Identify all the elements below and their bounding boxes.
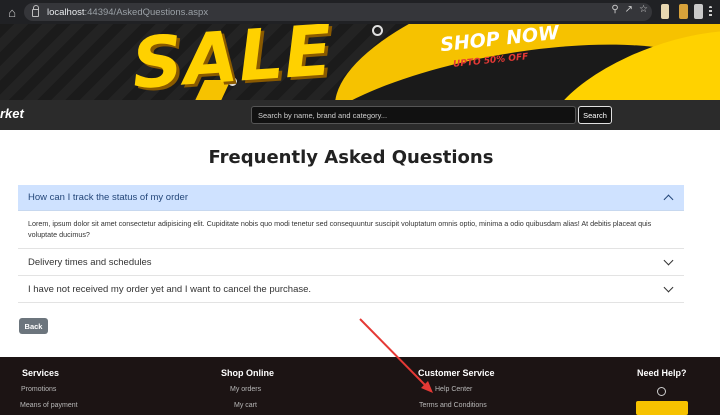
url-host: localhost xyxy=(47,6,85,18)
home-icon[interactable]: ⌂ xyxy=(2,5,22,20)
faq-question-toggle[interactable]: Delivery times and schedules xyxy=(18,249,684,275)
footer-link-cart[interactable]: My cart xyxy=(234,402,274,409)
share-icon[interactable]: ↗ xyxy=(625,4,633,15)
faq-item: How can I track the status of my order L… xyxy=(18,185,684,249)
search-input[interactable] xyxy=(251,106,576,124)
lock-icon xyxy=(32,5,39,17)
back-button[interactable]: Back xyxy=(19,318,48,334)
url-text: localhost:44394/AskedQuestions.aspx xyxy=(47,7,208,18)
footer-heading: Need Help? xyxy=(637,368,687,378)
bookmark-star-icon[interactable]: ☆ xyxy=(639,4,648,15)
faq-answer: Lorem, ipsum dolor sit amet consectetur … xyxy=(28,219,652,239)
address-bar[interactable]: localhost:44394/AskedQuestions.aspx ⚲ ↗ … xyxy=(24,3,652,21)
extension-icon[interactable] xyxy=(661,4,669,19)
extension-icon[interactable] xyxy=(679,4,688,19)
footer-link-orders[interactable]: My orders xyxy=(230,386,274,393)
banner-ring xyxy=(372,25,383,36)
footer-shop-online: Shop Online My orders My cart xyxy=(221,368,274,409)
faq-item: I have not received my order yet and I w… xyxy=(18,276,684,303)
faq-question-toggle[interactable]: I have not received my order yet and I w… xyxy=(18,276,684,302)
zoom-icon[interactable]: ⚲ xyxy=(611,4,618,15)
footer-link-terms[interactable]: Terms and Conditions xyxy=(419,402,495,409)
faq-question: Delivery times and schedules xyxy=(28,256,152,268)
faq-question: I have not received my order yet and I w… xyxy=(28,283,312,295)
extension-icon[interactable] xyxy=(694,4,703,19)
footer-heading: Shop Online xyxy=(221,368,274,378)
page-title: Frequently Asked Questions xyxy=(208,147,494,168)
footer-services: Services Promotions Means of payment xyxy=(20,368,78,409)
promo-banner[interactable]: SALE SHOP NOW UPTO 50% OFF xyxy=(0,24,720,100)
url-path: :44394/AskedQuestions.aspx xyxy=(84,6,209,18)
footer: Services Promotions Means of payment Sho… xyxy=(0,357,720,415)
footer-heading: Services xyxy=(22,368,60,378)
chevron-down-icon xyxy=(663,255,674,265)
footer-link-payment[interactable]: Means of payment xyxy=(20,402,78,409)
address-bar-actions: ⚲ ↗ ☆ xyxy=(611,4,648,15)
chevron-up-icon xyxy=(663,194,674,205)
footer-heading: Customer Service xyxy=(418,368,495,378)
help-contact-button[interactable] xyxy=(636,401,688,415)
footer-link-help-center[interactable]: Help Center xyxy=(435,386,495,393)
footer-link-promotions[interactable]: Promotions xyxy=(21,386,78,393)
footer-need-help: Need Help? xyxy=(637,368,687,378)
faq-item: Delivery times and schedules xyxy=(18,249,684,276)
browser-menu-icon[interactable] xyxy=(709,6,712,17)
whatsapp-icon[interactable] xyxy=(657,387,666,396)
brand-logo[interactable]: rket xyxy=(0,106,24,121)
search-button[interactable]: Search xyxy=(578,106,612,124)
faq-question-toggle[interactable]: How can I track the status of my order xyxy=(18,185,684,211)
faq-accordion: How can I track the status of my order L… xyxy=(18,185,684,303)
faq-question: How can I track the status of my order xyxy=(28,192,188,203)
sale-headline: SALE xyxy=(129,24,336,100)
footer-customer-service: Customer Service Help Center Terms and C… xyxy=(418,368,495,409)
chevron-down-icon xyxy=(663,282,674,292)
